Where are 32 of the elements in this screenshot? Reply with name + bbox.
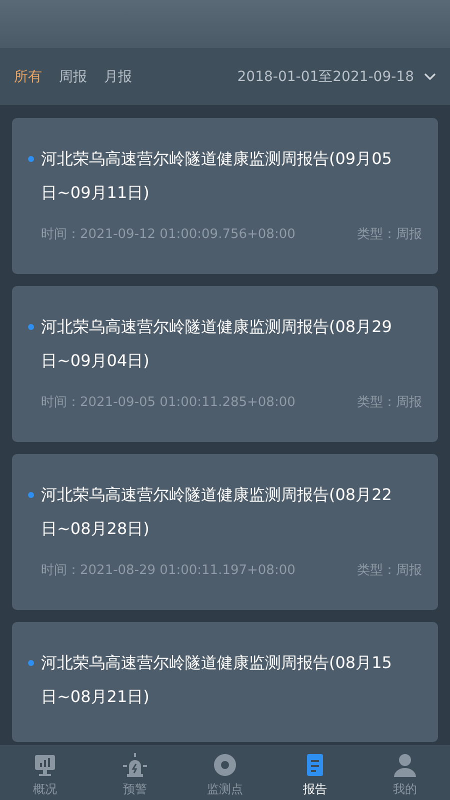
nav-tab[interactable]: 监测点	[180, 745, 270, 800]
monitor-chart-icon	[32, 752, 58, 778]
report-time: 时间：2021-08-29 01:00:11.197+08:00	[41, 562, 296, 580]
filter-tab[interactable]: 周报	[59, 68, 87, 86]
report-type: 类型：周报	[357, 226, 422, 244]
nav-tab[interactable]: 报告	[270, 745, 360, 800]
bullet-dot	[28, 156, 34, 162]
report-type: 类型：周报	[357, 562, 422, 580]
report-time: 时间：2021-09-05 01:00:11.285+08:00	[41, 394, 296, 412]
report-card[interactable]: 河北荣乌高速营尔岭隧道健康监测周报告(08月29日~09月04日) 时间：2021-09-05 01:00:11.285+08:00 类型：周报	[12, 286, 438, 442]
report-card[interactable]: 河北荣乌高速营尔岭隧道健康监测周报告(08月22日~08月28日) 时间：2021-08-29 01:00:11.197+08:00 类型：周报	[12, 454, 438, 610]
report-time: 时间：2021-09-12 01:00:09.756+08:00	[41, 226, 296, 244]
chevron-down-icon	[424, 72, 436, 80]
target-icon	[212, 752, 238, 778]
nav-tab[interactable]: 我的	[360, 745, 450, 800]
nav-tab[interactable]: 预警	[90, 745, 180, 800]
nav-tab[interactable]: 概况	[0, 745, 90, 800]
report-type: 类型：周报	[357, 394, 422, 412]
filter-tab[interactable]: 所有	[14, 68, 42, 86]
bullet-dot	[28, 660, 34, 666]
report-title: 河北荣乌高速营尔岭隧道健康监测周报告(08月15日~08月21日)	[41, 652, 393, 708]
report-card[interactable]: 河北荣乌高速营尔岭隧道健康监测周报告(08月15日~08月21日)	[12, 622, 438, 742]
report-title: 河北荣乌高速营尔岭隧道健康监测周报告(08月29日~09月04日)	[41, 316, 393, 372]
alarm-light-icon	[122, 752, 148, 778]
report-title: 河北荣乌高速营尔岭隧道健康监测周报告(08月22日~08月28日)	[41, 484, 393, 540]
date-range-dropdown[interactable]: 2018-01-01至2021-09-18	[237, 68, 436, 86]
bullet-dot	[28, 324, 34, 330]
filter-tab[interactable]: 月报	[104, 68, 132, 86]
bullet-dot	[28, 492, 34, 498]
report-card[interactable]: 河北荣乌高速营尔岭隧道健康监测周报告(09月05日~09月11日) 时间：2021-09-12 01:00:09.756+08:00 类型：周报	[12, 118, 438, 274]
person-icon	[392, 752, 418, 778]
report-title: 河北荣乌高速营尔岭隧道健康监测周报告(09月05日~09月11日)	[41, 148, 393, 204]
